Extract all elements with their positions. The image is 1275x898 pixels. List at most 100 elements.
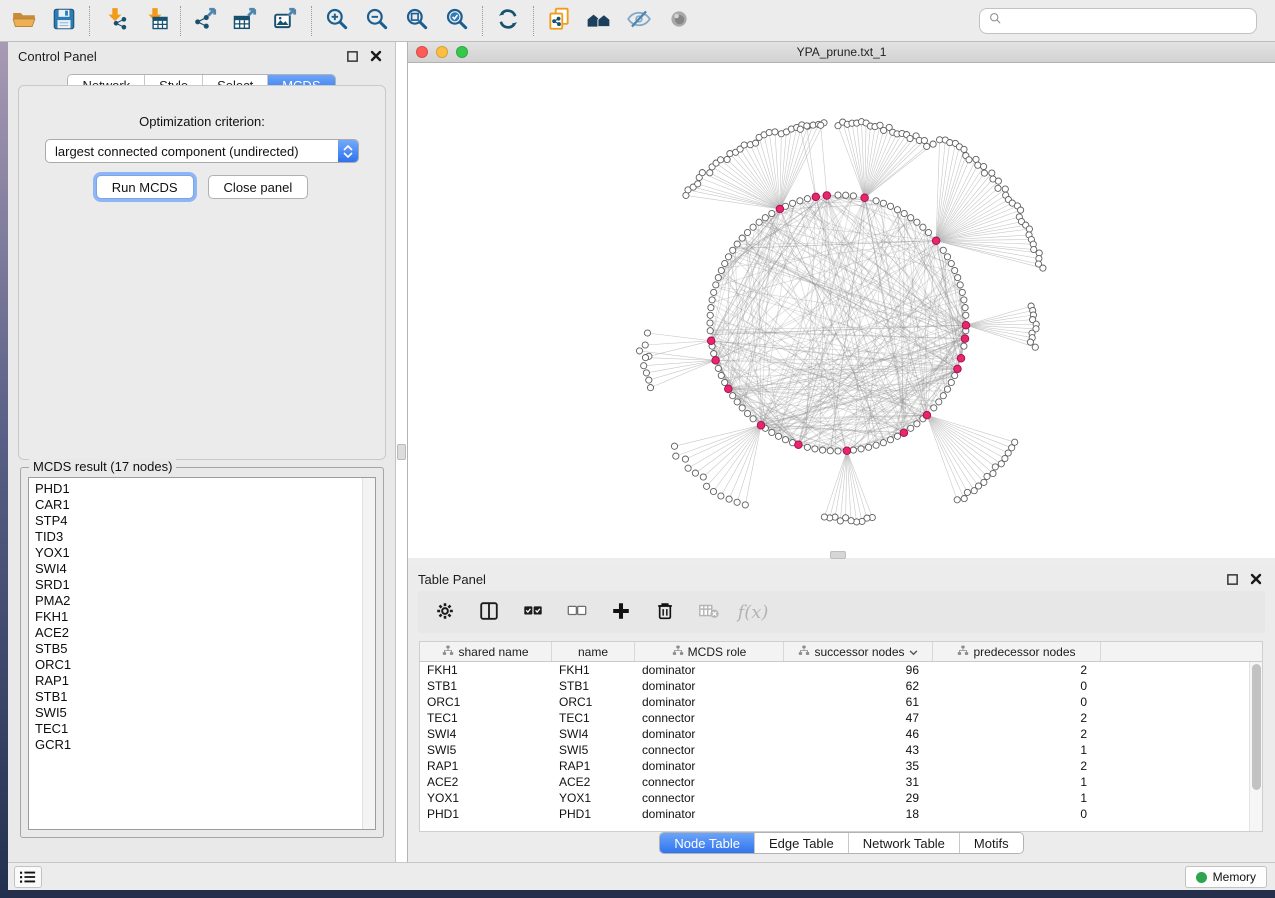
result-list-item[interactable]: SRD1	[35, 577, 375, 593]
search-input[interactable]	[1009, 14, 1248, 29]
show-graphics-details-icon	[666, 6, 692, 35]
vertical-splitter[interactable]	[396, 42, 408, 862]
columns-button[interactable]	[474, 596, 504, 628]
memory-button[interactable]: Memory	[1185, 866, 1267, 888]
table-row[interactable]: STB1STB1dominator620	[420, 678, 1262, 694]
table-tab-network-table[interactable]: Network Table	[849, 833, 960, 853]
table-row[interactable]: RAP1RAP1dominator352	[420, 758, 1262, 774]
zoom-out-icon	[364, 6, 390, 35]
criterion-select-value: largest connected component (undirected)	[46, 144, 338, 159]
horizontal-splitter[interactable]	[408, 558, 1275, 565]
result-list-item[interactable]: ACE2	[35, 625, 375, 641]
table-scrollbar-thumb[interactable]	[1252, 664, 1261, 790]
table-cell: 35	[784, 758, 933, 774]
network-titlebar[interactable]: YPA_prune.txt_1	[408, 42, 1275, 63]
column-header-predecessor-nodes[interactable]: predecessor nodes	[933, 642, 1101, 661]
table-row[interactable]: FKH1FKH1dominator962	[420, 662, 1262, 678]
table-scrollbar[interactable]	[1249, 662, 1262, 831]
graph-nodes[interactable]	[636, 119, 1046, 525]
table-cell: connector	[635, 790, 784, 806]
vertical-splitter-handle[interactable]	[397, 444, 406, 460]
table-cell: 47	[784, 710, 933, 726]
result-list-item[interactable]: PHD1	[35, 481, 375, 497]
delete-icon	[654, 600, 676, 625]
float-icon	[346, 50, 359, 63]
export-network-button[interactable]	[186, 4, 226, 38]
hide-graphics-details-icon	[626, 6, 652, 35]
delete-button[interactable]	[650, 596, 680, 628]
result-list-item[interactable]: GCR1	[35, 737, 375, 753]
table-row[interactable]: TEC1TEC1connector472	[420, 710, 1262, 726]
table-row[interactable]: SWI4SWI4dominator462	[420, 726, 1262, 742]
table-row[interactable]: ACE2ACE2connector311	[420, 774, 1262, 790]
table-cell: 61	[784, 694, 933, 710]
criterion-select[interactable]: largest connected component (undirected)	[45, 139, 359, 163]
table-row[interactable]: SWI5SWI5connector431	[420, 742, 1262, 758]
zoom-selected-button[interactable]	[437, 4, 477, 38]
show-graphics-details-button[interactable]	[659, 4, 699, 38]
result-list-item[interactable]: TEC1	[35, 721, 375, 737]
result-list-item[interactable]: ORC1	[35, 657, 375, 673]
table-tab-edge-table[interactable]: Edge Table	[755, 833, 849, 853]
table-tab-node-table[interactable]: Node Table	[660, 833, 755, 853]
run-mcds-button[interactable]: Run MCDS	[96, 175, 194, 199]
control-panel-close-button[interactable]	[367, 47, 385, 65]
open-button[interactable]	[4, 4, 44, 38]
horizontal-splitter-handle[interactable]	[830, 551, 846, 559]
select-all-button[interactable]	[518, 596, 548, 628]
panel-list-button[interactable]	[14, 866, 42, 888]
import-table-button[interactable]	[135, 4, 175, 38]
result-list-item[interactable]: STB5	[35, 641, 375, 657]
result-list-item[interactable]: CAR1	[35, 497, 375, 513]
close-panel-button[interactable]: Close panel	[208, 175, 309, 199]
zoom-in-button[interactable]	[317, 4, 357, 38]
result-list-item[interactable]: SWI5	[35, 705, 375, 721]
export-image-button[interactable]	[266, 4, 306, 38]
add-button[interactable]	[606, 596, 636, 628]
settings-button[interactable]	[430, 596, 460, 628]
column-header-filler	[1101, 642, 1262, 661]
import-network-button[interactable]	[95, 4, 135, 38]
table-cell: PHD1	[420, 806, 552, 822]
column-header-successor-nodes[interactable]: successor nodes	[784, 642, 933, 661]
export-table-button[interactable]	[226, 4, 266, 38]
table-panel-float-button[interactable]	[1223, 570, 1241, 588]
hide-graphics-details-button[interactable]	[619, 4, 659, 38]
table-panel-close-button[interactable]	[1247, 570, 1265, 588]
copy-button[interactable]	[539, 4, 579, 38]
first-neighbors-button[interactable]	[579, 4, 619, 38]
control-panel-float-button[interactable]	[343, 47, 361, 65]
result-list-scrollbar[interactable]	[362, 478, 375, 829]
column-header-MCDS-role[interactable]: MCDS role	[635, 642, 784, 661]
table-cell: SWI5	[552, 742, 635, 758]
zoom-out-button[interactable]	[357, 4, 397, 38]
table-tab-motifs[interactable]: Motifs	[960, 833, 1023, 853]
zoom-in-icon	[324, 6, 350, 35]
deselect-all-button[interactable]	[562, 596, 592, 628]
table-row[interactable]: YOX1YOX1connector291	[420, 790, 1262, 806]
result-list-item[interactable]: TID3	[35, 529, 375, 545]
result-list-item[interactable]: RAP1	[35, 673, 375, 689]
table-cell: connector	[635, 774, 784, 790]
result-list-item[interactable]: FKH1	[35, 609, 375, 625]
result-list-item[interactable]: SWI4	[35, 561, 375, 577]
column-header-name[interactable]: name	[552, 642, 635, 661]
network-graph[interactable]	[408, 63, 1275, 558]
table-cell: FKH1	[420, 662, 552, 678]
save-button[interactable]	[44, 4, 84, 38]
result-list-item[interactable]: YOX1	[35, 545, 375, 561]
result-list-item[interactable]: STP4	[35, 513, 375, 529]
search-box[interactable]	[979, 8, 1257, 34]
table-row[interactable]: PHD1PHD1dominator180	[420, 806, 1262, 822]
column-label: predecessor nodes	[973, 645, 1075, 659]
table-row[interactable]: ORC1ORC1dominator610	[420, 694, 1262, 710]
result-list-item[interactable]: PMA2	[35, 593, 375, 609]
result-list-item[interactable]: STB1	[35, 689, 375, 705]
column-header-shared-name[interactable]: shared name	[420, 642, 552, 661]
optimization-criterion-label: Optimization criterion:	[19, 114, 385, 129]
copy-icon	[546, 6, 572, 35]
zoom-fit-button[interactable]	[397, 4, 437, 38]
mcds-result-list[interactable]: PHD1CAR1STP4TID3YOX1SWI4SRD1PMA2FKH1ACE2…	[28, 477, 376, 830]
network-canvas[interactable]	[408, 63, 1275, 558]
refresh-button[interactable]	[488, 4, 528, 38]
